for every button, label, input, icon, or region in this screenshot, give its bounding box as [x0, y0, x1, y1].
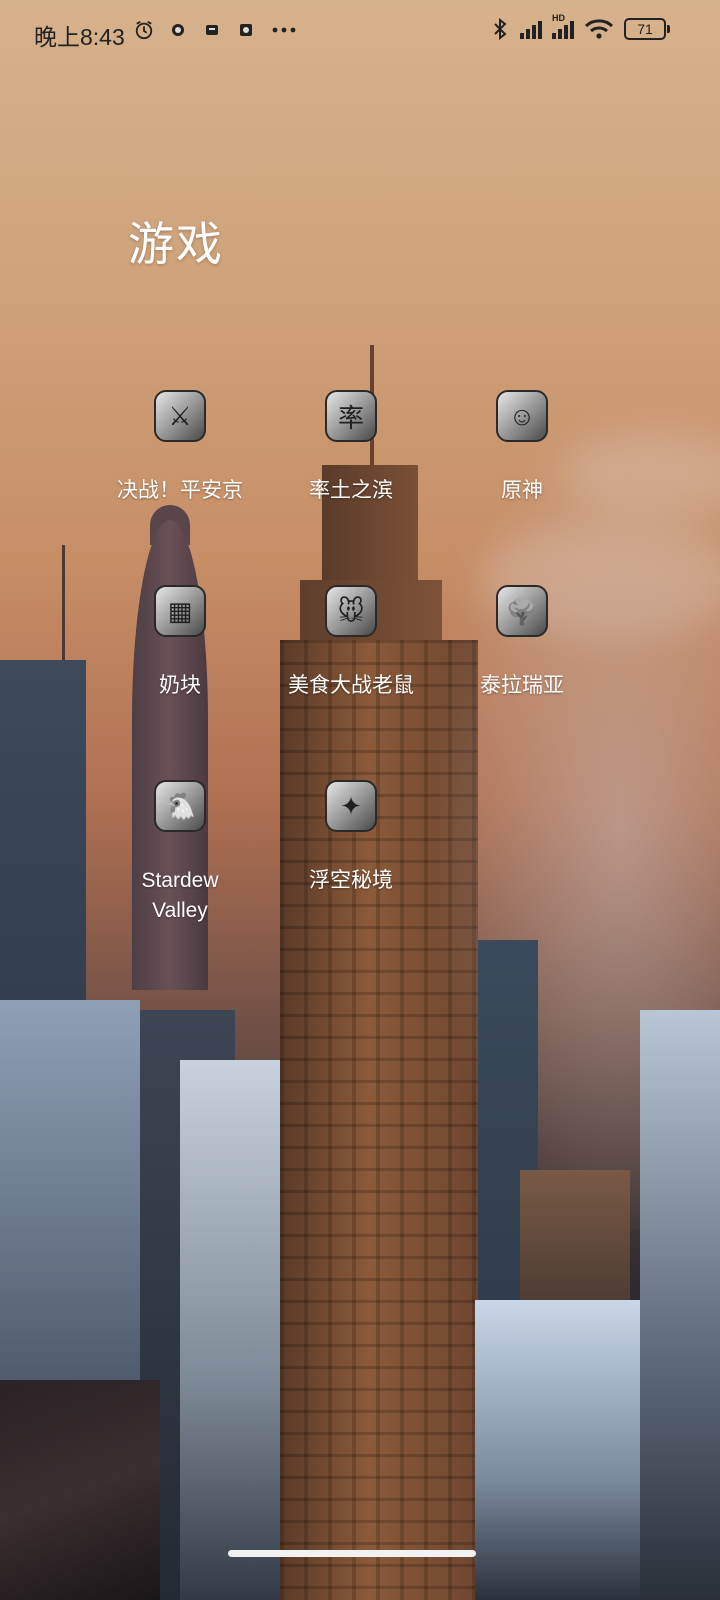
app-label: Stardew Valley: [141, 869, 219, 922]
app-food-vs-mice[interactable]: 🐭 美食大战老鼠: [261, 585, 441, 701]
bluetooth-icon: [490, 18, 510, 40]
app-label: 奶块: [159, 674, 201, 697]
home-indicator[interactable]: [228, 1550, 476, 1557]
app-stardew-valley[interactable]: 🐔 Stardew Valley: [90, 780, 270, 926]
screen-record-icon: [236, 20, 256, 40]
terraria-app-icon[interactable]: 🌳: [496, 585, 548, 637]
stardew-valley-app-icon[interactable]: 🐔: [154, 780, 206, 832]
app-label: 原神: [501, 479, 543, 502]
app-label: 美食大战老鼠: [288, 674, 414, 697]
message-notification-icon: [202, 20, 222, 40]
home-screen: 晚上8:43 HD 71 游戏 ⚔ 决战！平安京 率 率土之滨 ☺ 原神 ▦ 奶…: [0, 0, 720, 1600]
status-right-icons: HD 71: [490, 13, 670, 40]
status-left-icons: [134, 20, 298, 40]
app-label: 决战！平安京: [117, 479, 243, 502]
wallpaper-building: [475, 1300, 655, 1600]
app-onmyoji-arena[interactable]: ⚔ 决战！平安京: [90, 390, 270, 506]
app-notification-icon: [168, 20, 188, 40]
app-label: 率土之滨: [309, 479, 393, 502]
hd-signal-icon: HD: [552, 13, 574, 39]
cellular-signal-icon: [520, 19, 542, 39]
infinite-borders-app-icon[interactable]: 率: [325, 390, 377, 442]
app-floating-realm[interactable]: ✦ 浮空秘境: [261, 780, 441, 896]
onmyoji-arena-app-icon[interactable]: ⚔: [154, 390, 206, 442]
hd-label: HD: [552, 13, 565, 23]
app-terraria[interactable]: 🌳 泰拉瑞亚: [432, 585, 612, 701]
block-craft-app-icon[interactable]: ▦: [154, 585, 206, 637]
wallpaper-building: [640, 1010, 720, 1600]
alarm-clock-icon: [134, 20, 154, 40]
app-label: 浮空秘境: [309, 869, 393, 892]
wallpaper-building: [180, 1060, 280, 1600]
battery-indicator: 71: [624, 18, 670, 40]
status-bar: 晚上8:43 HD 71: [0, 0, 720, 64]
app-infinite-borders[interactable]: 率 率土之滨: [261, 390, 441, 506]
food-vs-mice-app-icon[interactable]: 🐭: [325, 585, 377, 637]
more-dots-icon: [270, 20, 298, 40]
app-genshin-impact[interactable]: ☺ 原神: [432, 390, 612, 506]
app-block-craft[interactable]: ▦ 奶块: [90, 585, 270, 701]
wallpaper-spire: [62, 545, 65, 665]
wifi-icon: [584, 19, 614, 39]
wallpaper-building: [520, 1170, 630, 1310]
folder-title[interactable]: 游戏: [128, 208, 224, 274]
app-label: 泰拉瑞亚: [480, 674, 564, 697]
status-time: 晚上8:43: [34, 24, 125, 50]
genshin-impact-app-icon[interactable]: ☺: [496, 390, 548, 442]
wallpaper-street: [0, 1380, 160, 1600]
floating-realm-app-icon[interactable]: ✦: [325, 780, 377, 832]
